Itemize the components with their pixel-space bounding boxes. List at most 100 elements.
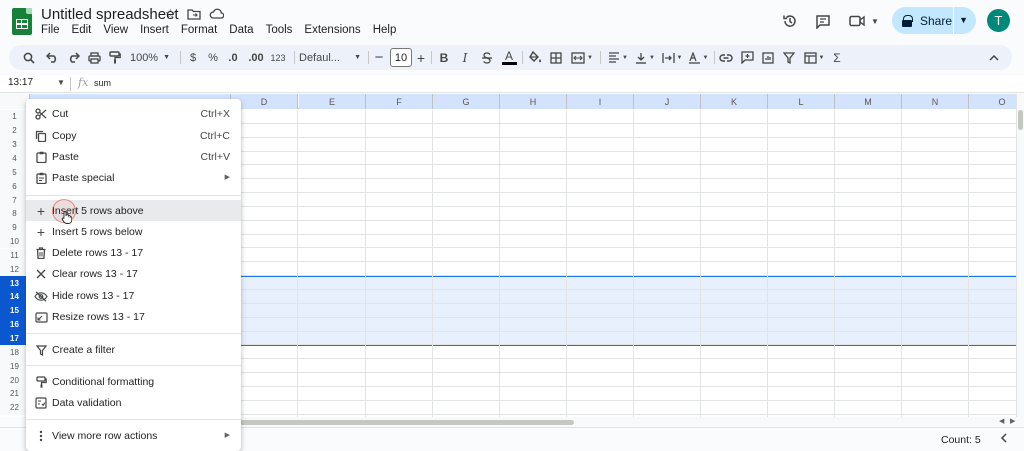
share-button[interactable]: Share ▼ [892, 7, 976, 34]
menu-format[interactable]: Format [175, 23, 223, 37]
share-label: Share [920, 13, 953, 28]
decrease-font-size-icon[interactable]: − [373, 49, 385, 66]
horizontal-align-icon[interactable]: ▼ [606, 49, 630, 66]
column-header-i[interactable]: I [567, 94, 634, 109]
column-header-o[interactable]: O [969, 94, 1016, 109]
menu-item-resize-rows[interactable]: Resize rows 13 - 17 [26, 306, 241, 327]
comments-icon[interactable] [813, 9, 833, 33]
strikethrough-icon[interactable] [480, 49, 494, 66]
text-rotation-icon[interactable]: ▼ [686, 49, 710, 66]
menu-label: Clear rows 13 - 17 [52, 268, 138, 280]
decrease-decimal-button[interactable]: .0 [225, 49, 241, 66]
currency-format-button[interactable]: $ [186, 49, 200, 66]
cloud-saved-icon[interactable] [209, 6, 224, 21]
menu-item-copy[interactable]: Copy Ctrl+C [26, 125, 241, 146]
version-history-icon[interactable] [780, 9, 800, 33]
increase-font-size-icon[interactable]: + [415, 49, 427, 66]
side-panel-toggle-icon[interactable] [1000, 433, 1007, 446]
submenu-arrow-icon: ▶ [224, 174, 230, 181]
menu-label: Paste [52, 151, 79, 163]
filter-views-icon[interactable]: ▼ [801, 49, 827, 66]
menu-item-conditional-formatting[interactable]: Conditional formatting [26, 371, 241, 392]
sheets-logo-icon[interactable] [12, 8, 32, 35]
percent-format-button[interactable]: % [206, 49, 220, 66]
insert-link-icon[interactable] [718, 49, 734, 66]
menu-tools[interactable]: Tools [260, 23, 299, 37]
number-format-button[interactable]: 123 [269, 49, 287, 66]
menu-label: Insert 5 rows below [52, 226, 143, 238]
menu-edit[interactable]: Edit [66, 23, 98, 37]
scroll-right-icon[interactable]: ▶ [1010, 417, 1015, 425]
meet-icon[interactable]: ▼ [848, 9, 880, 33]
menu-item-insert-rows-below[interactable]: + Insert 5 rows below [26, 221, 241, 242]
insert-comment-icon[interactable] [739, 49, 755, 66]
column-header-l[interactable]: L [768, 94, 835, 109]
scroll-left-icon[interactable]: ◀ [999, 417, 1004, 425]
column-header-j[interactable]: J [634, 94, 701, 109]
name-box[interactable]: 13:17 [8, 77, 33, 88]
menu-file[interactable]: File [35, 23, 66, 37]
chevron-down-icon[interactable]: ▼ [57, 78, 65, 87]
menu-label: View more row actions [52, 430, 158, 442]
column-header-h[interactable]: H [500, 94, 567, 109]
merge-cells-icon[interactable]: ▼ [569, 49, 595, 66]
redo-icon[interactable] [65, 49, 81, 66]
menu-insert[interactable]: Insert [134, 23, 175, 37]
column-header-k[interactable]: K [701, 94, 768, 109]
menu-shortcut: Ctrl+C [199, 130, 230, 142]
horizontal-scroll-thumb[interactable] [240, 420, 574, 425]
column-header-e[interactable]: E [299, 94, 366, 109]
collapse-toolbar-icon[interactable] [986, 49, 1002, 66]
functions-icon[interactable]: Σ [830, 49, 844, 66]
print-icon[interactable] [86, 49, 102, 66]
zoom-select[interactable]: 100% ▼ [128, 49, 172, 66]
menu-item-cut[interactable]: Cut Ctrl+X [26, 103, 241, 124]
menu-item-paste[interactable]: Paste Ctrl+V [26, 146, 241, 167]
borders-icon[interactable] [548, 49, 564, 66]
menu-item-data-validation[interactable]: Data validation [26, 392, 241, 413]
menu-item-create-filter[interactable]: Create a filter [26, 339, 241, 360]
bold-button[interactable]: B [437, 49, 451, 66]
star-icon[interactable]: ☆ [163, 6, 178, 21]
paint-format-icon[interactable] [107, 49, 123, 66]
menu-label: Conditional formatting [52, 376, 155, 388]
column-header-n[interactable]: N [902, 94, 969, 109]
vertical-align-icon[interactable]: ▼ [633, 49, 657, 66]
menu-extensions[interactable]: Extensions [298, 23, 366, 37]
move-folder-icon[interactable] [186, 6, 201, 21]
document-title[interactable]: Untitled spreadsheet [41, 6, 179, 23]
menu-item-paste-special[interactable]: Paste special ▶ [26, 167, 241, 188]
fill-color-icon[interactable] [527, 49, 543, 66]
menu-view[interactable]: View [97, 23, 134, 37]
share-dropdown-icon[interactable]: ▼ [959, 15, 968, 25]
increase-decimal-button[interactable]: .00 [246, 49, 266, 66]
vertical-scrollbar[interactable] [1016, 94, 1024, 417]
selection-count[interactable]: Count: 5 [941, 434, 981, 446]
chevron-down-icon: ▼ [622, 54, 628, 61]
horizontal-scrollbar[interactable] [240, 417, 1024, 427]
search-menus-icon[interactable] [21, 49, 37, 66]
menu-item-more-row-actions[interactable]: View more row actions ▶ [26, 425, 241, 446]
menu-item-delete-rows[interactable]: Delete rows 13 - 17 [26, 242, 241, 263]
text-wrapping-icon[interactable]: ▼ [660, 49, 684, 66]
menu-item-hide-rows[interactable]: Hide rows 13 - 17 [26, 285, 241, 306]
menu-help[interactable]: Help [367, 23, 403, 37]
menu-data[interactable]: Data [223, 23, 259, 37]
chevron-down-icon: ▼ [354, 54, 361, 61]
font-family-value: Defaul... [299, 51, 340, 64]
filter-icon[interactable] [781, 49, 797, 66]
formula-input[interactable]: sum [94, 78, 111, 88]
font-family-select[interactable]: Defaul... ▼ [299, 49, 361, 66]
column-header-f[interactable]: F [366, 94, 433, 109]
font-size-input[interactable]: 10 [390, 48, 412, 67]
insert-chart-icon[interactable] [760, 49, 776, 66]
column-header-g[interactable]: G [433, 94, 500, 109]
vertical-scroll-thumb[interactable] [1018, 110, 1023, 130]
italic-button[interactable]: I [458, 49, 472, 66]
column-header-d[interactable]: D [231, 94, 298, 109]
menu-item-clear-rows[interactable]: Clear rows 13 - 17 [26, 263, 241, 284]
undo-icon[interactable] [44, 49, 60, 66]
text-color-icon[interactable]: A [501, 49, 517, 66]
avatar[interactable]: T [987, 9, 1010, 32]
column-header-m[interactable]: M [835, 94, 902, 109]
